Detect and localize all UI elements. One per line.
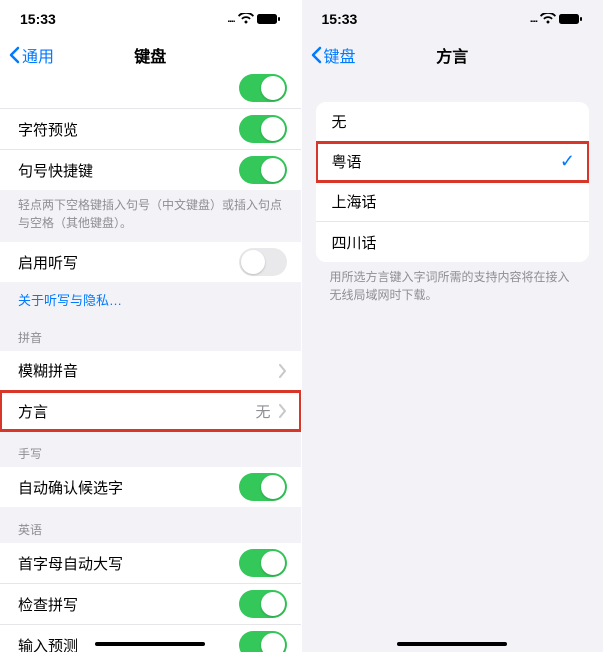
page-title: 方言 (436, 43, 468, 67)
battery-icon (257, 13, 281, 25)
row-accessory (279, 364, 287, 378)
chevron-right-icon (279, 404, 287, 418)
cellular-dots: .... (227, 14, 234, 25)
auto-confirm-row[interactable]: 自动确认候选字 (0, 467, 301, 507)
content-area: 无 粤语 ✓ 上海话 四川话 用所选方言键入字词所需的支持内容将在接入无线局域网… (302, 72, 603, 652)
footer-text: 轻点两下空格键插入句号（中文键盘）或插入句点与空格（其他键盘）。 (0, 190, 301, 242)
back-button[interactable]: 键盘 (310, 43, 356, 67)
status-time: 15:33 (322, 11, 358, 27)
footer-text: 用所选方言键入字词所需的支持内容将在接入无线局域网时下载。 (302, 262, 603, 314)
enable-dictation-row[interactable]: 启用听写 (0, 242, 301, 282)
toggle-switch[interactable] (239, 590, 287, 618)
status-bar: 15:33 .... (302, 0, 603, 38)
dictation-group: 启用听写 (0, 242, 301, 282)
row-accessory: 无 (255, 401, 286, 422)
status-time: 15:33 (20, 11, 56, 27)
section-header: 手写 (0, 431, 301, 467)
pinyin-group: 模糊拼音 方言 无 (0, 351, 301, 431)
back-button[interactable]: 通用 (8, 43, 54, 67)
toggle-switch[interactable] (239, 156, 287, 184)
auto-caps-row[interactable]: 首字母自动大写 (0, 543, 301, 584)
nav-bar: 通用 键盘 (0, 38, 301, 72)
row-label: 字符预览 (18, 119, 78, 140)
content-area: 字符预览 句号快捷键 轻点两下空格键插入句号（中文键盘）或插入句点与空格（其他键… (0, 72, 301, 652)
row-label: 输入预测 (18, 635, 78, 652)
page-title: 键盘 (134, 43, 166, 67)
toggle-switch[interactable] (239, 248, 287, 276)
dialect-options-group: 无 粤语 ✓ 上海话 四川话 (316, 102, 590, 262)
char-preview-row[interactable]: 字符预览 (0, 109, 301, 150)
period-shortcut-row[interactable]: 句号快捷键 (0, 150, 301, 190)
row-label: 句号快捷键 (18, 160, 93, 181)
option-label: 无 (332, 111, 347, 132)
row-value: 无 (255, 401, 270, 422)
section-header: 拼音 (0, 315, 301, 351)
option-none[interactable]: 无 (316, 102, 590, 142)
home-indicator[interactable] (397, 642, 507, 646)
toggle-switch[interactable] (239, 74, 287, 102)
toggle-switch[interactable] (239, 631, 287, 652)
option-label: 四川话 (332, 232, 377, 253)
dialect-row[interactable]: 方言 无 (0, 391, 301, 431)
check-spelling-row[interactable]: 检查拼写 (0, 584, 301, 625)
nav-bar: 键盘 方言 (302, 38, 603, 72)
back-label: 通用 (22, 43, 54, 67)
settings-group: 字符预览 句号快捷键 (0, 72, 301, 190)
wifi-icon (238, 13, 254, 25)
status-bar: 15:33 .... (0, 0, 301, 38)
option-sichuanese[interactable]: 四川话 (316, 222, 590, 262)
english-group: 首字母自动大写 检查拼写 输入预测 滑行键入时逐词删除 (0, 543, 301, 652)
chevron-left-icon (8, 46, 20, 64)
status-icons: .... (530, 13, 583, 25)
left-screen: 15:33 .... 通用 键盘 字符预览 (0, 0, 302, 652)
option-label: 上海话 (332, 191, 377, 212)
chevron-right-icon (279, 364, 287, 378)
partial-row[interactable] (0, 72, 301, 109)
cellular-dots: .... (530, 14, 537, 25)
row-label: 方言 (18, 401, 48, 422)
option-shanghainese[interactable]: 上海话 (316, 182, 590, 222)
privacy-link[interactable]: 关于听写与隐私… (0, 282, 301, 315)
chevron-left-icon (310, 46, 322, 64)
home-indicator[interactable] (95, 642, 205, 646)
row-label: 模糊拼音 (18, 360, 78, 381)
section-header: 英语 (0, 507, 301, 543)
battery-icon (559, 13, 583, 25)
back-label: 键盘 (324, 43, 356, 67)
toggle-switch[interactable] (239, 115, 287, 143)
checkmark-icon: ✓ (560, 151, 575, 172)
option-label: 粤语 (332, 151, 362, 172)
right-screen: 15:33 .... 键盘 方言 无 粤语 ✓ (302, 0, 603, 652)
row-label: 自动确认候选字 (18, 477, 123, 498)
row-label: 检查拼写 (18, 594, 78, 615)
row-label: 首字母自动大写 (18, 553, 123, 574)
wifi-icon (540, 13, 556, 25)
predictive-row[interactable]: 输入预测 (0, 625, 301, 652)
status-icons: .... (227, 13, 280, 25)
option-cantonese[interactable]: 粤语 ✓ (316, 142, 590, 182)
fuzzy-pinyin-row[interactable]: 模糊拼音 (0, 351, 301, 391)
row-label: 启用听写 (18, 252, 78, 273)
handwriting-group: 自动确认候选字 (0, 467, 301, 507)
toggle-switch[interactable] (239, 473, 287, 501)
toggle-switch[interactable] (239, 549, 287, 577)
